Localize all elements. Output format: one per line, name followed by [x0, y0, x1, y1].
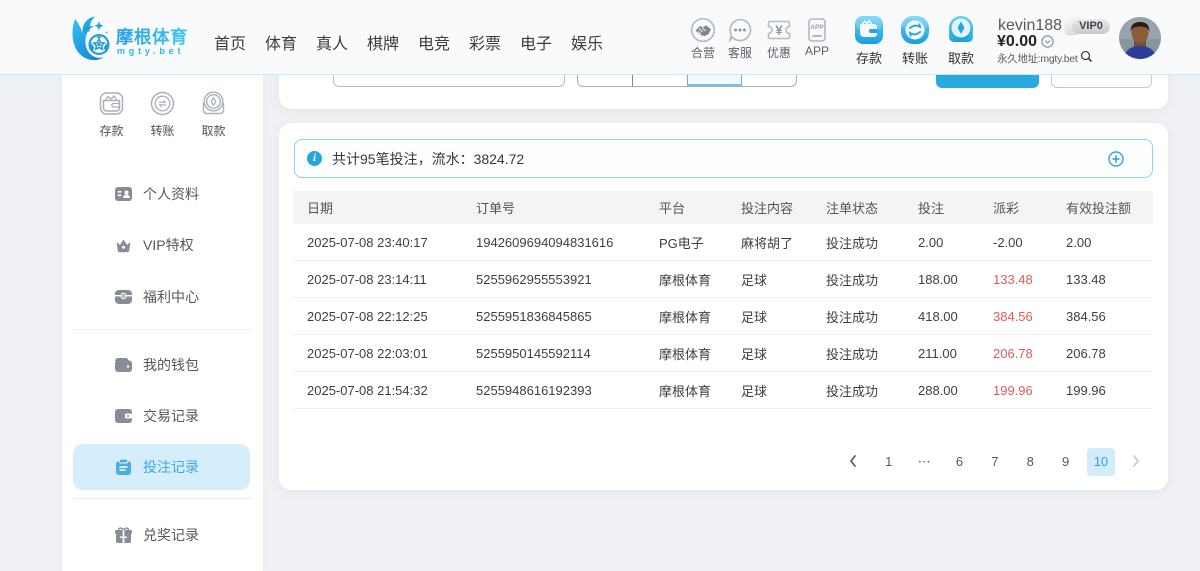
svg-text:APP: APP [810, 24, 824, 31]
svg-text:¥: ¥ [775, 23, 783, 38]
